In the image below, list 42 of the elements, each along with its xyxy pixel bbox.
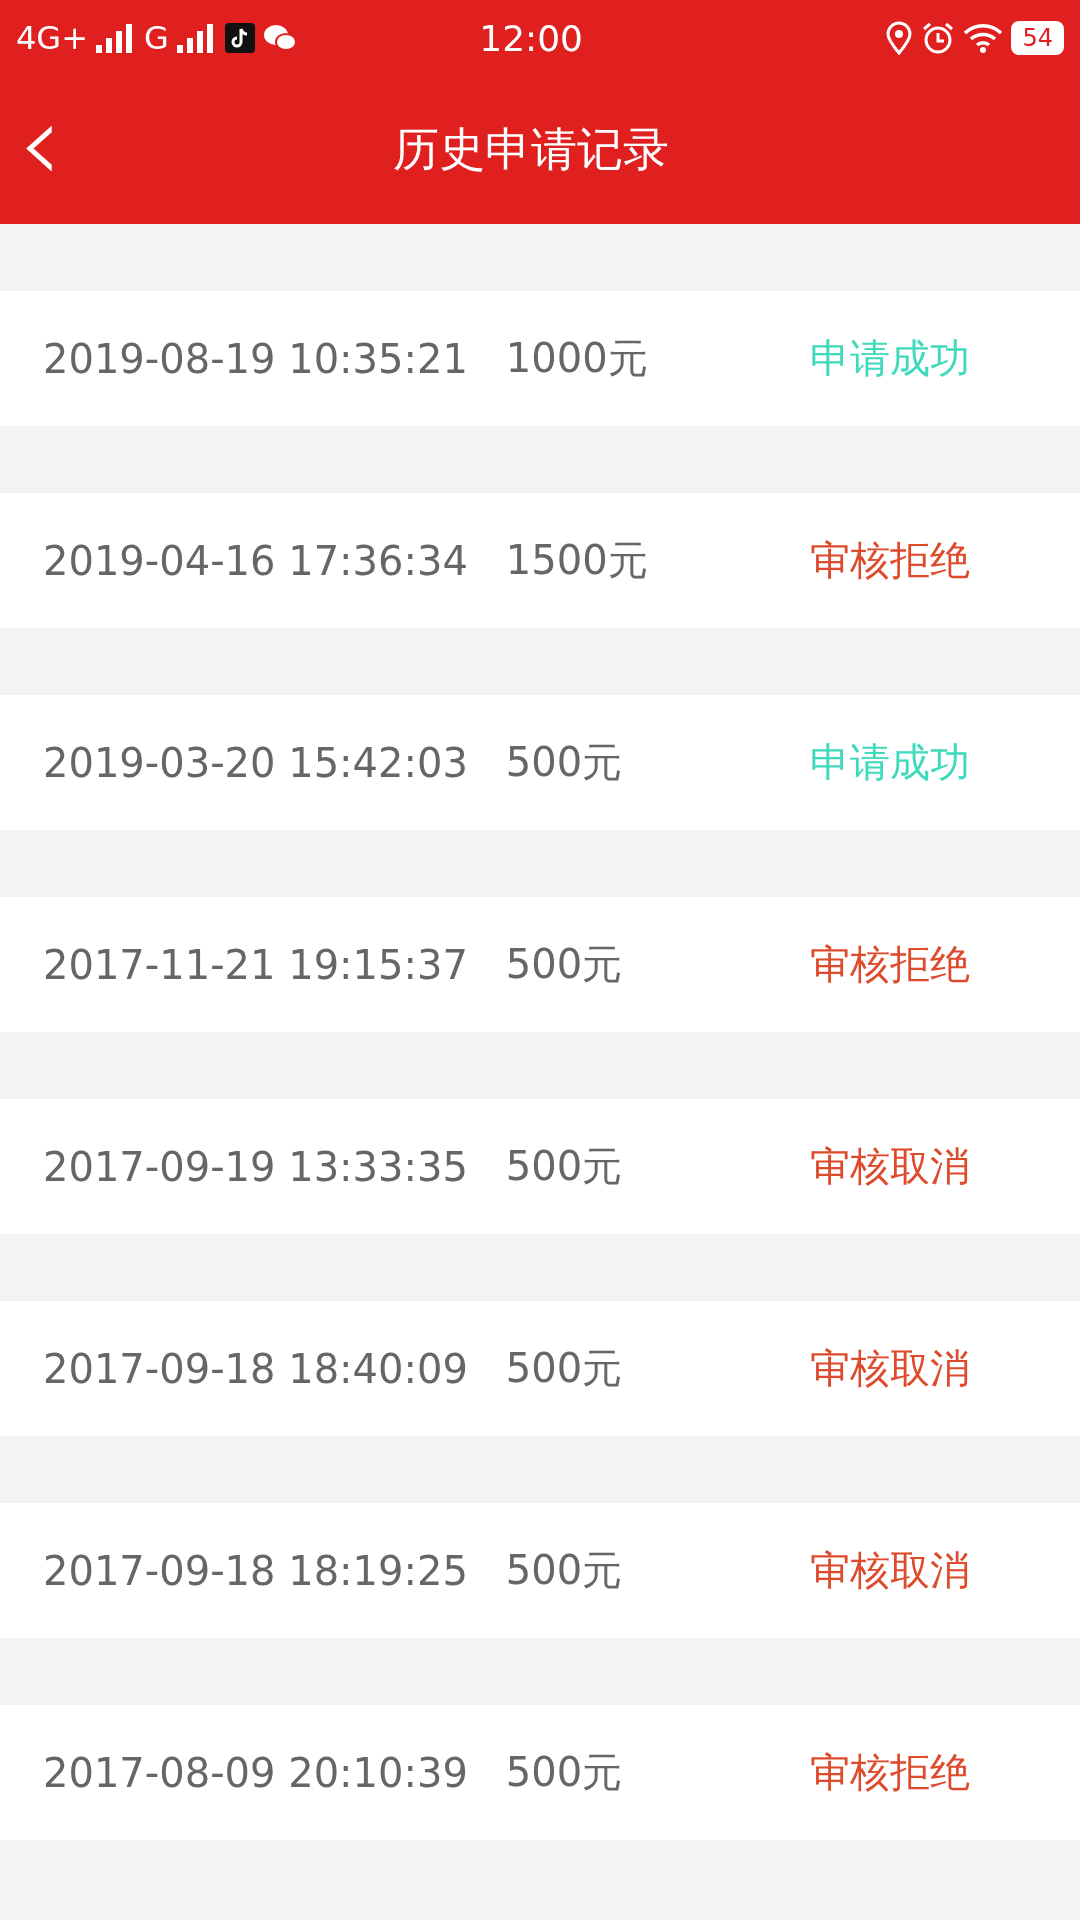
network-label: G	[143, 19, 169, 57]
record-amount: 500元	[505, 1142, 623, 1191]
record-row[interactable]: 2017-09-18 18:19:25 500元 审核取消	[0, 1503, 1080, 1638]
record-status: 审核取消	[810, 1344, 970, 1393]
clock-time: 12:00	[478, 17, 584, 59]
record-status: 审核拒绝	[810, 536, 970, 585]
record-amount: 500元	[505, 1748, 623, 1797]
record-amount: 500元	[505, 940, 623, 989]
network-label: 4G+	[16, 19, 88, 57]
record-amount: 1000元	[505, 334, 648, 383]
record-row[interactable]: 2017-11-21 19:15:37 500元 审核拒绝	[0, 897, 1080, 1032]
battery-level: 54	[1011, 21, 1064, 55]
record-datetime: 2019-04-16 17:36:34	[43, 537, 468, 584]
location-pin-icon	[885, 21, 914, 55]
back-button[interactable]: ‹	[0, 88, 62, 212]
record-amount: 500元	[505, 1546, 623, 1595]
record-datetime: 2017-09-18 18:19:25	[43, 1547, 468, 1594]
record-datetime: 2017-09-18 18:40:09	[43, 1345, 468, 1392]
record-status: 审核取消	[810, 1142, 970, 1191]
record-row[interactable]: 2019-03-20 15:42:03 500元 申请成功	[0, 695, 1080, 830]
record-status: 审核拒绝	[810, 1748, 970, 1797]
record-amount: 500元	[505, 738, 623, 787]
record-row[interactable]: 2019-04-16 17:36:34 1500元 审核拒绝	[0, 493, 1080, 628]
alarm-clock-icon	[921, 21, 956, 55]
wifi-icon	[963, 22, 1004, 54]
record-datetime: 2019-03-20 15:42:03	[43, 739, 468, 786]
record-status: 审核拒绝	[810, 940, 970, 989]
record-row[interactable]: 2017-08-09 20:10:39 500元 审核拒绝	[0, 1705, 1080, 1840]
page-title: 历史申请记录	[393, 121, 669, 178]
record-datetime: 2019-08-19 10:35:21	[43, 335, 468, 382]
record-status: 申请成功	[810, 334, 970, 383]
record-status: 申请成功	[810, 738, 970, 787]
record-amount: 500元	[505, 1344, 623, 1393]
record-datetime: 2017-11-21 19:15:37	[43, 941, 468, 988]
record-row[interactable]: 2019-08-19 10:35:21 1000元 申请成功	[0, 291, 1080, 426]
record-amount: 1500元	[505, 536, 648, 585]
record-datetime: 2017-09-19 13:33:35	[43, 1143, 468, 1190]
record-row[interactable]: 2017-09-19 13:33:35 500元 审核取消	[0, 1099, 1080, 1234]
record-datetime: 2017-08-09 20:10:39	[43, 1749, 468, 1796]
music-note-icon	[224, 23, 255, 53]
record-status: 审核取消	[810, 1546, 970, 1595]
record-row[interactable]: 2017-09-18 18:40:09 500元 审核取消	[0, 1301, 1080, 1436]
